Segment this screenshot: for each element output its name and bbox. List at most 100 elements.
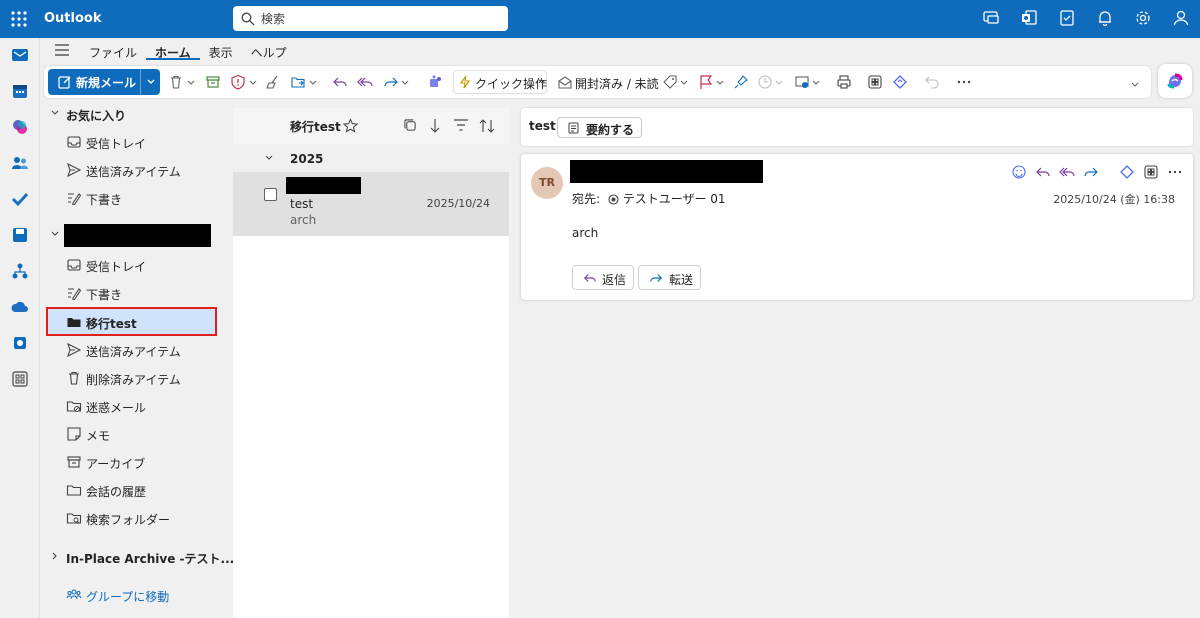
org-chart-icon[interactable] [11, 262, 29, 280]
folder-fav-drafts[interactable]: 下書き [40, 187, 233, 209]
chevron-down-icon[interactable] [249, 74, 257, 90]
folder-migration-test[interactable]: 移行test [40, 311, 233, 333]
apps-icon[interactable] [1143, 164, 1159, 180]
flag-icon[interactable] [698, 74, 714, 90]
chevron-down-icon[interactable] [401, 74, 409, 90]
delete-icon[interactable] [168, 74, 184, 90]
calendar-app-icon[interactable] [11, 82, 29, 100]
menu-icon[interactable] [55, 44, 69, 56]
tab-home[interactable]: ホーム [146, 42, 200, 60]
reply-all-icon[interactable] [1059, 164, 1075, 180]
jump-icon[interactable] [430, 118, 440, 134]
apps-icon[interactable] [867, 74, 883, 90]
star-icon[interactable] [343, 118, 358, 133]
folder-inbox[interactable]: 受信トレイ [40, 254, 233, 276]
reply-icon[interactable] [1035, 164, 1051, 180]
loop-icon[interactable] [892, 74, 908, 90]
account-section-header[interactable] [40, 224, 233, 247]
select-checkbox[interactable] [264, 188, 277, 201]
outlook-addin-icon[interactable] [11, 334, 29, 352]
folder-archive[interactable]: アーカイブ [40, 451, 233, 473]
mail-app-icon[interactable] [11, 46, 29, 64]
bell-icon[interactable] [1096, 9, 1114, 27]
folder-deleted[interactable]: 削除済みアイテム [40, 367, 233, 389]
chevron-down-icon[interactable] [812, 74, 820, 90]
redacted-from [570, 160, 763, 183]
archive-icon[interactable] [205, 74, 221, 90]
more-icon[interactable] [1167, 164, 1183, 180]
copilot-app-icon[interactable] [11, 118, 29, 136]
avatar[interactable]: TR [531, 167, 563, 199]
search-box[interactable]: 検索 [233, 6, 508, 31]
outlook-icon[interactable] [1020, 9, 1038, 27]
select-icon[interactable] [404, 119, 417, 132]
folder-search-folders[interactable]: 検索フォルダー [40, 507, 233, 529]
to-value[interactable]: テストユーザー 01 [623, 192, 726, 206]
move-to-folder-icon[interactable] [290, 74, 306, 90]
todo-app-icon[interactable] [11, 190, 29, 208]
chevron-down-icon[interactable] [538, 79, 546, 85]
chevron-down-icon[interactable] [680, 74, 688, 90]
tab-view[interactable]: 表示 [200, 42, 242, 60]
date-group-header[interactable]: 2025 [233, 144, 509, 172]
people-app-icon[interactable] [11, 154, 29, 172]
chevron-down-icon[interactable] [716, 74, 724, 90]
folder-label: 送信済みアイテム [86, 165, 181, 179]
more-apps-icon[interactable] [11, 370, 29, 388]
note-feedback-icon[interactable] [1058, 9, 1076, 27]
folder-sent[interactable]: 送信済みアイテム [40, 339, 233, 361]
onedrive-cloud-icon[interactable] [11, 298, 29, 316]
loop-icon[interactable] [1119, 164, 1135, 180]
app-title[interactable]: Outlook [44, 11, 101, 26]
ribbon-expand-icon[interactable] [1130, 74, 1140, 90]
chevron-down-icon[interactable] [309, 74, 317, 90]
forward-icon[interactable] [1083, 164, 1099, 180]
reply-all-icon[interactable] [357, 74, 373, 90]
search-input[interactable]: 検索 [261, 10, 285, 27]
archive-section-header[interactable]: In-Place Archive -テスト... [40, 546, 234, 568]
summarize-button[interactable]: 要約する [557, 117, 642, 138]
snooze-clock-icon[interactable] [757, 74, 773, 90]
list-item[interactable]: test 2025/10/24 arch [233, 172, 509, 236]
new-mail-button[interactable]: 新規メール [48, 69, 160, 95]
message-datetime: 2025/10/24 (金) 16:38 [1053, 193, 1175, 206]
rules-icon[interactable] [794, 74, 810, 90]
account-icon[interactable] [1172, 9, 1190, 27]
go-to-groups-link[interactable]: グループに移動 [40, 584, 233, 606]
gear-icon[interactable] [1134, 9, 1152, 27]
folder-fav-sent[interactable]: 送信済みアイテム [40, 159, 233, 181]
forward-button[interactable]: 転送 [638, 265, 701, 290]
folder-notes[interactable]: メモ [40, 423, 233, 445]
tab-file[interactable]: ファイル [80, 42, 146, 60]
sort-icon[interactable] [479, 118, 495, 134]
teams-share-icon[interactable] [427, 74, 443, 90]
undo-icon[interactable] [924, 74, 940, 90]
chevron-down-icon[interactable] [775, 74, 783, 90]
forward-icon[interactable] [383, 74, 399, 90]
divider [1107, 164, 1111, 180]
report-icon[interactable] [230, 74, 246, 90]
print-icon[interactable] [836, 74, 852, 90]
new-mail-dropdown[interactable] [140, 69, 160, 95]
favorites-section-header[interactable]: お気に入り [40, 103, 233, 125]
folder-fav-inbox[interactable]: 受信トレイ [40, 131, 233, 153]
teams-chat-icon[interactable] [982, 9, 1000, 27]
read-unread-button[interactable]: 開封済み / 未読 [575, 75, 659, 92]
tab-help[interactable]: ヘルプ [242, 42, 296, 60]
folder-junk[interactable]: 迷惑メール [40, 395, 233, 417]
app-launcher-icon[interactable] [10, 10, 28, 28]
pin-icon[interactable] [733, 74, 749, 90]
copilot-button[interactable] [1158, 64, 1192, 98]
reply-button[interactable]: 返信 [572, 265, 634, 290]
chevron-down-icon[interactable] [187, 74, 195, 90]
quick-steps-button[interactable]: クイック操作 [453, 70, 547, 94]
sweep-icon[interactable] [265, 74, 281, 90]
emoji-icon[interactable] [1011, 164, 1027, 180]
folder-conversation-history[interactable]: 会話の履歴 [40, 479, 233, 501]
filter-icon[interactable] [454, 119, 468, 131]
reply-icon[interactable] [332, 74, 348, 90]
folder-drafts[interactable]: 下書き [40, 282, 233, 304]
more-icon[interactable] [956, 74, 972, 90]
onedrive-save-icon[interactable] [11, 226, 29, 244]
tag-icon[interactable] [662, 74, 678, 90]
